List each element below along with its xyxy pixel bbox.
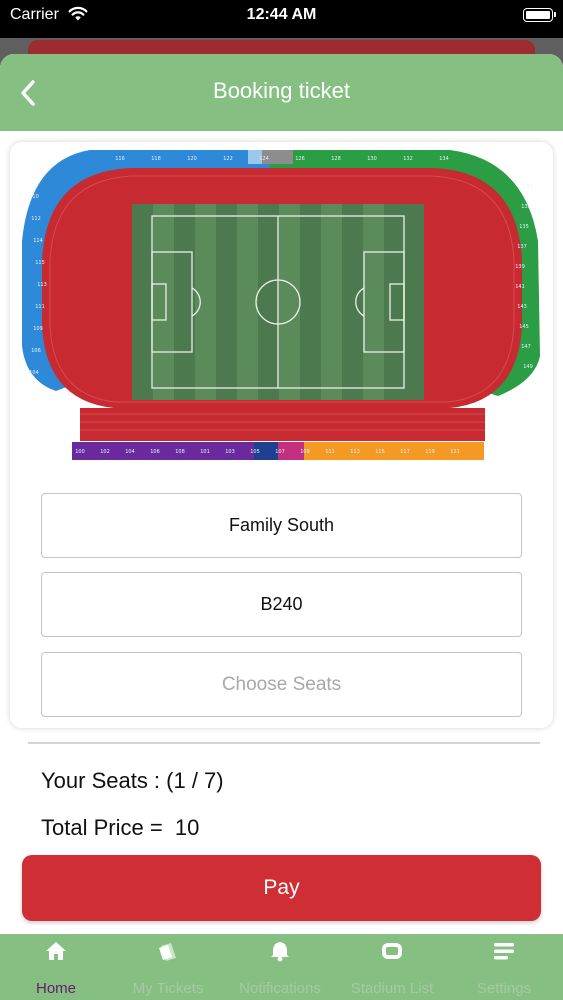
clock: 12:44 AM bbox=[246, 6, 317, 23]
section-label-right: 133 bbox=[521, 204, 531, 210]
section-label-right: 149 bbox=[523, 364, 533, 370]
section-label-bottom: 117 bbox=[400, 449, 410, 455]
section-label-bottom: 104 bbox=[125, 449, 135, 455]
section-label-left: 109 bbox=[33, 326, 43, 332]
section-label-right: 147 bbox=[521, 344, 531, 350]
section-label-left: 112 bbox=[31, 216, 41, 222]
section-label-left: 104 bbox=[29, 370, 39, 376]
divider bbox=[28, 742, 540, 744]
section-label-right: 139 bbox=[515, 264, 525, 270]
stadium-icon bbox=[382, 943, 402, 959]
tab-label: Stadium List bbox=[350, 980, 434, 997]
block-field[interactable]: B240 bbox=[41, 572, 522, 637]
booking-sheet: Booking ticket 116 118 120 122 124 126 1… bbox=[0, 54, 563, 934]
tab-label: Notifications bbox=[239, 980, 321, 997]
tab-notifications[interactable]: Notifications bbox=[224, 934, 336, 1000]
section-label-left: 110 bbox=[29, 194, 39, 200]
tab-label: My Tickets bbox=[132, 980, 204, 997]
section-label-top: 130 bbox=[367, 156, 377, 162]
section-label-bottom: 103 bbox=[225, 449, 235, 455]
section-label-right: 141 bbox=[515, 284, 525, 290]
stand-field[interactable]: Family South bbox=[41, 493, 522, 558]
tab-label: Home bbox=[35, 980, 76, 997]
section-label-left: 115 bbox=[35, 260, 45, 266]
tab-stadium-list[interactable]: Stadium List bbox=[336, 934, 448, 1000]
section-label-bottom: 111 bbox=[325, 449, 335, 455]
section-label-bottom: 119 bbox=[425, 449, 435, 455]
tab-home[interactable]: Home bbox=[0, 934, 112, 1000]
menu-icon bbox=[494, 943, 514, 960]
nav-header: Booking ticket bbox=[0, 54, 563, 131]
tab-settings[interactable]: Settings bbox=[448, 934, 560, 1000]
section-label-left: 111 bbox=[35, 304, 45, 310]
tab-label: Settings bbox=[476, 980, 532, 997]
section-label-top: 118 bbox=[151, 156, 161, 162]
bell-icon bbox=[271, 942, 289, 962]
section-label-top: 116 bbox=[115, 156, 125, 162]
section-label-bottom: 115 bbox=[375, 449, 385, 455]
section-label-right: 143 bbox=[517, 304, 527, 310]
total-price: Total Price = 10 bbox=[41, 815, 200, 840]
tab-bar: Home My Tickets Notifications Stadium Li… bbox=[0, 934, 563, 1000]
section-label-top: 128 bbox=[331, 156, 341, 162]
tickets-icon bbox=[159, 943, 176, 961]
section-label-bottom: 109 bbox=[300, 449, 310, 455]
section-label-right: 137 bbox=[517, 244, 527, 250]
page-title: Booking ticket bbox=[213, 78, 350, 103]
pay-button[interactable]: Pay bbox=[22, 855, 541, 921]
section-label-top: 122 bbox=[223, 156, 233, 162]
battery-icon bbox=[523, 8, 556, 22]
section-label-bottom: 106 bbox=[150, 449, 160, 455]
section-label-top: 134 bbox=[439, 156, 449, 162]
section-label-bottom: 102 bbox=[100, 449, 110, 455]
section-label-bottom: 107 bbox=[275, 449, 285, 455]
status-bar: Carrier 12:44 AM bbox=[0, 0, 563, 38]
section-label-left: 106 bbox=[31, 348, 41, 354]
section-label-left: 113 bbox=[37, 282, 47, 288]
section-label-top: 120 bbox=[187, 156, 197, 162]
stadium-map[interactable]: 116 118 120 122 124 126 128 130 132 134 110 112 114 1… bbox=[20, 146, 544, 464]
home-icon bbox=[46, 942, 66, 960]
section-label-bottom: 121 bbox=[450, 449, 460, 455]
choose-seats-field[interactable]: Choose Seats bbox=[41, 652, 522, 717]
section-label-bottom: 100 bbox=[75, 449, 85, 455]
section-label-bottom: 101 bbox=[200, 449, 210, 455]
tab-my-tickets[interactable]: My Tickets bbox=[112, 934, 224, 1000]
section-label-top: 124 bbox=[259, 156, 269, 162]
section-label-right: 135 bbox=[519, 224, 529, 230]
section-label-right: 131 bbox=[523, 184, 533, 190]
section-label-bottom: 113 bbox=[350, 449, 360, 455]
section-label-top: 132 bbox=[403, 156, 413, 162]
section-label-bottom: 108 bbox=[175, 449, 185, 455]
section-label-right: 145 bbox=[519, 324, 529, 330]
section-label-left: 114 bbox=[33, 238, 43, 244]
section-label-top: 126 bbox=[295, 156, 305, 162]
seats-summary: Your Seats : (1 / 7) bbox=[41, 768, 224, 793]
section-label-bottom: 105 bbox=[250, 449, 260, 455]
